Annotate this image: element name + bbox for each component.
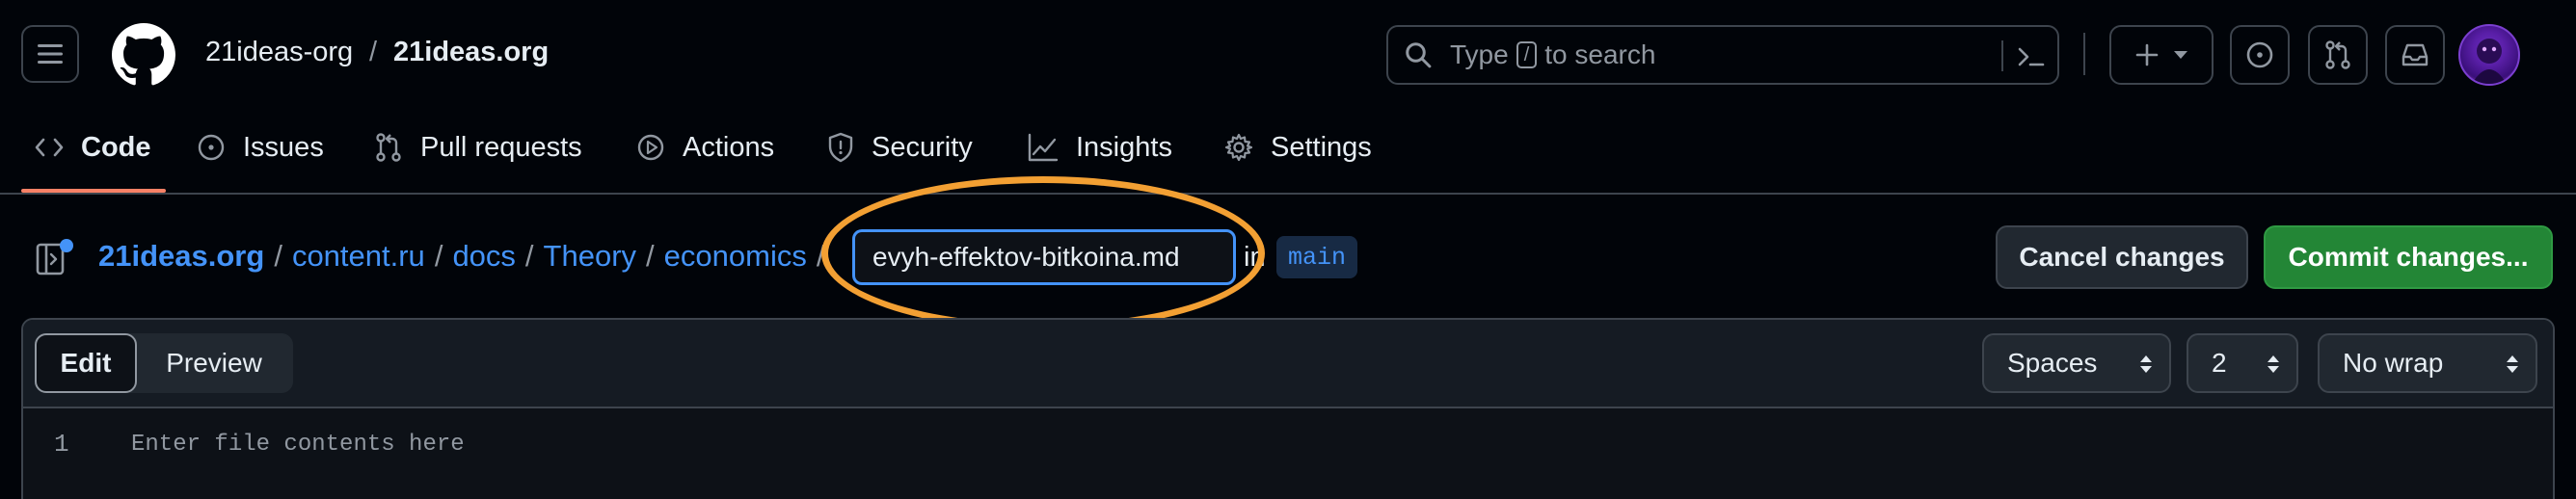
search-shortcut-key: / — [1516, 41, 1538, 68]
breadcrumb-separator: / — [274, 239, 282, 273]
issue-opened-icon — [2246, 41, 2273, 68]
plus-icon — [2135, 43, 2159, 66]
tab-label: Insights — [1076, 131, 1172, 163]
github-logo-icon[interactable] — [112, 23, 175, 87]
breadcrumb-link[interactable]: content.ru — [292, 239, 425, 274]
owner-repo-separator: / — [369, 37, 378, 67]
tab-insights[interactable]: Insights — [1028, 125, 1172, 170]
issues-button[interactable] — [2230, 25, 2290, 85]
play-icon — [637, 134, 664, 161]
breadcrumb-link[interactable]: docs — [452, 239, 515, 274]
tab-security[interactable]: Security — [827, 125, 973, 170]
search-box[interactable]: Type / to search — [1386, 25, 2059, 85]
line-wrap-select[interactable]: No wrap — [2318, 333, 2537, 393]
breadcrumb-link[interactable]: economics — [664, 239, 807, 274]
menu-button[interactable] — [21, 25, 79, 83]
pull-requests-button[interactable] — [2308, 25, 2368, 85]
tab-label: Settings — [1271, 131, 1372, 163]
tab-code[interactable]: Code — [35, 125, 151, 170]
breadcrumb-repo-link[interactable]: 21ideas.org — [98, 239, 264, 274]
tab-settings[interactable]: Settings — [1224, 125, 1372, 170]
branch-prefix: in — [1244, 242, 1266, 273]
create-new-button[interactable] — [2109, 25, 2214, 85]
breadcrumb-separator: / — [816, 239, 825, 273]
tab-issues[interactable]: Issues — [197, 125, 324, 170]
select-arrows-icon — [2267, 355, 2279, 373]
caret-down-icon — [2174, 51, 2187, 59]
owner-link[interactable]: 21ideas-org — [205, 37, 353, 68]
code-icon — [35, 138, 64, 157]
breadcrumb-separator: / — [524, 239, 534, 273]
commit-changes-button[interactable]: Commit changes... — [2264, 225, 2553, 289]
file-tree-toggle-button[interactable] — [35, 237, 77, 279]
select-arrows-icon — [2507, 355, 2518, 373]
search-placeholder: Type / to search — [1450, 39, 1656, 69]
tab-label: Code — [81, 131, 151, 163]
breadcrumb: 21ideas.org / content.ru / docs / Theory… — [98, 239, 824, 274]
editor-placeholder[interactable]: Enter file contents here — [131, 432, 465, 458]
search-icon — [1406, 42, 1432, 68]
nav-divider — [0, 193, 2576, 195]
gear-icon — [1224, 133, 1253, 162]
header-divider — [2083, 33, 2085, 75]
tab-label: Pull requests — [420, 131, 582, 163]
tab-actions[interactable]: Actions — [636, 125, 774, 170]
inbox-icon — [2402, 43, 2428, 66]
git-pull-request-icon — [376, 133, 401, 162]
line-number: 1 — [54, 430, 69, 459]
command-palette-icon[interactable] — [2017, 43, 2046, 70]
inbox-button[interactable] — [2385, 25, 2445, 85]
line-wrap-value: No wrap — [2343, 348, 2444, 378]
search-divider — [2001, 40, 2003, 71]
sidebar-expand-icon — [36, 239, 73, 276]
branch-badge[interactable]: main — [1276, 236, 1358, 278]
filename-input[interactable] — [852, 229, 1236, 285]
tab-pull-requests[interactable]: Pull requests — [374, 125, 582, 170]
user-avatar[interactable] — [2458, 24, 2520, 86]
breadcrumb-link[interactable]: Theory — [544, 239, 636, 274]
hamburger-icon — [38, 44, 63, 64]
issue-opened-icon — [198, 134, 225, 161]
indent-size-select[interactable]: 2 — [2187, 333, 2298, 393]
repo-link[interactable]: 21ideas.org — [393, 37, 549, 68]
edit-preview-toggle: Edit Preview — [35, 333, 293, 393]
tab-label: Security — [872, 131, 973, 163]
breadcrumb-separator: / — [434, 239, 443, 273]
breadcrumb-separator: / — [646, 239, 655, 273]
editor-toolbar — [23, 320, 2553, 408]
avatar-image — [2472, 39, 2507, 84]
tab-label: Actions — [683, 131, 775, 163]
preview-mode-button[interactable]: Preview — [137, 333, 291, 393]
indent-mode-select[interactable]: Spaces — [1982, 333, 2171, 393]
git-pull-request-icon — [2325, 40, 2350, 69]
edit-mode-button[interactable]: Edit — [35, 333, 137, 393]
graph-icon — [1028, 133, 1059, 162]
cancel-changes-button[interactable]: Cancel changes — [1996, 225, 2248, 289]
shield-icon — [828, 132, 853, 163]
indent-size-value: 2 — [2212, 348, 2227, 378]
indent-mode-value: Spaces — [2007, 348, 2098, 378]
tab-label: Issues — [243, 131, 324, 163]
select-arrows-icon — [2140, 355, 2152, 373]
